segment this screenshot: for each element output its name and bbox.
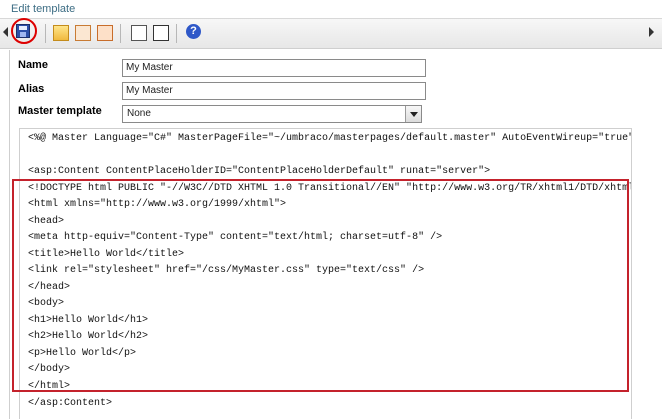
save-icon[interactable]	[16, 24, 30, 38]
help-icon[interactable]: ?	[186, 24, 201, 39]
chevron-down-icon[interactable]	[405, 106, 421, 122]
alias-input[interactable]: My Master	[122, 82, 426, 100]
master-template-value: None	[127, 108, 151, 119]
code-line: </asp:Content>	[28, 398, 113, 409]
toolbar-separator	[45, 24, 46, 43]
name-label: Name	[18, 59, 48, 71]
toolbar-separator	[176, 24, 177, 43]
toolbar-separator	[120, 24, 121, 43]
blank-icon[interactable]	[153, 25, 169, 41]
panel-title: Edit template	[11, 3, 76, 15]
master-template-select[interactable]: None	[122, 105, 422, 123]
insert-content-icon[interactable]	[97, 25, 113, 41]
scroll-left-icon[interactable]	[3, 27, 8, 37]
code-line: <%@ Master Language="C#" MasterPageFile=…	[28, 133, 632, 144]
code-highlight-box	[12, 179, 629, 392]
panel-header: Edit template	[0, 0, 662, 18]
page-scroll-area[interactable]	[635, 50, 662, 419]
insert-macro-icon[interactable]	[75, 25, 91, 41]
insert-field-icon[interactable]	[131, 25, 147, 41]
alias-label: Alias	[18, 83, 45, 95]
code-line: <asp:Content ContentPlaceHolderID="Conte…	[28, 166, 491, 177]
master-template-label: Master template	[18, 105, 102, 117]
insert-folder-icon[interactable]	[53, 25, 69, 41]
toolbar: ?	[0, 18, 662, 49]
name-input[interactable]: My Master	[122, 59, 426, 77]
scroll-right-icon[interactable]	[649, 27, 654, 37]
